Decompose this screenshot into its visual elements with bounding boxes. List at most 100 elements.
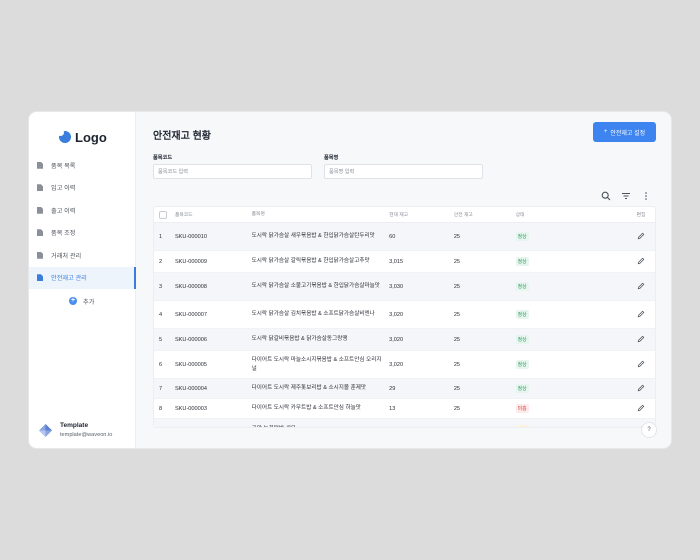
status-badge: 주의 [515,425,529,427]
edit-pencil-icon[interactable] [637,404,645,412]
search-icon[interactable] [601,191,611,201]
safety-stock-settings-label: 안전재고 설정 [610,130,646,137]
cell-safe-stock: 25 [453,311,461,318]
cell-stock: 3,015 [389,258,404,265]
status-badge: 정상 [515,232,529,241]
cell-safe-stock: 25 [453,385,461,392]
cell-safe-stock: 25 [453,361,461,368]
sidebar-item-0[interactable]: 품목 목록 [29,154,135,177]
row-number: 1 [159,233,163,240]
cell-stock: 13 [389,405,396,412]
cell-stock: 3,030 [389,283,404,290]
sidebar-item-label: 거래처 관리 [51,252,82,260]
sidebar-nav: 품목 목록입고 이력출고 이력품목 조정거래처 관리안전재고 관리 [29,154,136,289]
user-profile[interactable]: Template template@waveon.io [39,422,112,438]
cell-code: SKU-000007 [174,311,207,318]
edit-pencil-icon[interactable] [637,360,645,368]
more-vertical-icon[interactable] [641,191,651,201]
column-header-safe-stock[interactable]: 안전 재고 [454,211,516,218]
column-header-status[interactable]: 상태 [516,211,628,218]
sidebar-item-3[interactable]: 품목 조정 [29,222,135,245]
cell-code: SKU-000009 [174,258,207,265]
filter-icon[interactable] [621,191,631,201]
cell-name: 도시락 닭갈비볶음밥 & 닭가슴살동그랑땡 [251,336,348,343]
edit-pencil-icon[interactable] [637,310,645,318]
sidebar-item-1[interactable]: 입고 이력 [29,177,135,200]
sidebar-item-2[interactable]: 출고 이력 [29,199,135,222]
sidebar: Logo 품목 목록입고 이력출고 이력품목 조정거래처 관리안전재고 관리 +… [29,112,136,448]
table-row[interactable]: 5 SKU-000006 도시락 닭갈비볶음밥 & 닭가슴살동그랑땡 3,020 25 정… [154,329,655,351]
profile-email: template@waveon.io [60,432,113,438]
status-badge: 정상 [515,282,529,291]
profile-name: Template [60,422,89,429]
cell-safe-stock: 25 [453,405,461,412]
column-header-code[interactable]: 품목코드 [175,211,252,218]
table-row[interactable]: 9SKU-000002곤약 눈꽃떡밥 새우5050주의 [154,419,655,428]
table-row[interactable]: 4 SKU-000007 도시락 닭가슴살 김치볶음밥 & 소프트닭가슴살비엔나 3,… [154,301,655,329]
status-badge: 미흡 [515,404,529,413]
cell-code: SKU-000010 [174,233,207,240]
document-icon [37,251,43,259]
table-row[interactable]: 2 SKU-000009 도시락 닭가슴살 갈릭볶음밥 & 한입닭가슴살고추맛 3,0… [154,251,655,273]
column-header-stock[interactable]: 현재 재고 [389,211,454,218]
cell-stock: 29 [389,385,396,392]
table-row[interactable]: 7 SKU-000004 다이어트 도시락 제주톳보리밥 & 소시지볼 훈제맛 29 2… [154,379,655,399]
logo-icon [57,129,71,143]
cell-code: SKU-000004 [174,385,207,392]
table-row[interactable]: 6 SKU-000005 다이어트 도시락 마늘소시지볶음밥 & 소프트안심 오리지… [154,351,655,379]
edit-pencil-icon[interactable] [637,384,645,392]
edit-pencil-icon[interactable] [637,257,645,265]
sidebar-item-label: 출고 이력 [51,207,76,215]
code-filter-input[interactable] [153,164,312,179]
status-badge: 정상 [515,384,529,393]
row-number: 3 [159,283,163,290]
sidebar-item-label: 안전재고 관리 [51,275,87,283]
sidebar-item-label: 입고 이력 [51,185,76,193]
table-body: 1 SKU-000010 도시락 닭가슴살 새우볶음밥 & 한입닭가슴살탄두리맛 60… [154,223,655,428]
help-label: ? [647,427,651,433]
cell-code: SKU-000008 [174,283,207,290]
cell-stock: 60 [389,233,396,240]
edit-pencil-icon[interactable] [637,282,645,290]
table-row[interactable]: 3 SKU-000008 도시락 닭가슴살 소불고기볶음밥 & 한입닭가슴살마늘맛 3… [154,273,655,301]
row-number: 5 [159,336,163,343]
cell-safe-stock: 25 [453,283,461,290]
cell-name: 다이어트 도시락 카무트밥 & 소프트안심 하늘맛 [251,405,361,412]
cell-code: SKU-000003 [174,405,207,412]
name-filter-input[interactable] [324,164,483,179]
table-row[interactable]: 1 SKU-000010 도시락 닭가슴살 새우볶음밥 & 한입닭가슴살탄두리맛 60… [154,223,655,251]
row-number: 6 [159,361,163,368]
cell-name: 다이어트 도시락 마늘소시지볶음밥 & 소프트안심 오리지널 [251,357,382,372]
table-header: 품목코드 품목명 현재 재고 안전 재고 상태 편집 [154,207,655,223]
help-button[interactable]: ? [641,422,657,438]
cell-safe-stock: 25 [453,258,461,265]
cell-code: SKU-000005 [174,361,207,368]
document-icon [37,184,43,192]
row-number: 7 [159,385,163,392]
sidebar-item-label: 품목 조정 [51,230,76,238]
cell-name: 도시락 닭가슴살 소불고기볶음밥 & 한입닭가슴살마늘맛 [251,283,380,290]
safety-stock-settings-button[interactable]: + 안전재고 설정 [593,122,656,142]
cell-name: 곤약 눈꽃떡밥 새우 [252,425,389,427]
status-badge: 정상 [515,360,529,369]
code-filter-label: 품목코드 [153,155,173,161]
status-badge: 정상 [515,310,529,319]
cell-stock: 50 [389,427,454,428]
main-content: 안전재고 현황 + 안전재고 설정 품목코드 품목명 품목코드 품목 [136,112,671,448]
avatar-icon [39,423,52,437]
column-header-name[interactable]: 품목명 [252,211,389,218]
logo-text: Logo [75,129,107,145]
cell-code: SKU-000002 [175,427,252,428]
document-icon [37,229,43,237]
select-all-checkbox[interactable] [159,210,167,219]
sidebar-item-5[interactable]: 안전재고 관리 [29,266,136,289]
edit-pencil-icon[interactable] [637,232,645,240]
row-number: 4 [159,311,163,318]
table-row[interactable]: 8 SKU-000003 다이어트 도시락 카무트밥 & 소프트안심 하늘맛 13 25… [154,399,655,419]
cell-name: 도시락 닭가슴살 갈릭볶음밥 & 한입닭가슴살고추맛 [251,258,370,265]
cell-safe-stock: 25 [453,336,461,343]
edit-pencil-icon[interactable] [637,335,645,343]
add-menu-button[interactable]: + 추가 [29,291,135,311]
logo[interactable]: Logo [29,112,135,150]
sidebar-item-4[interactable]: 거래처 관리 [29,244,135,267]
